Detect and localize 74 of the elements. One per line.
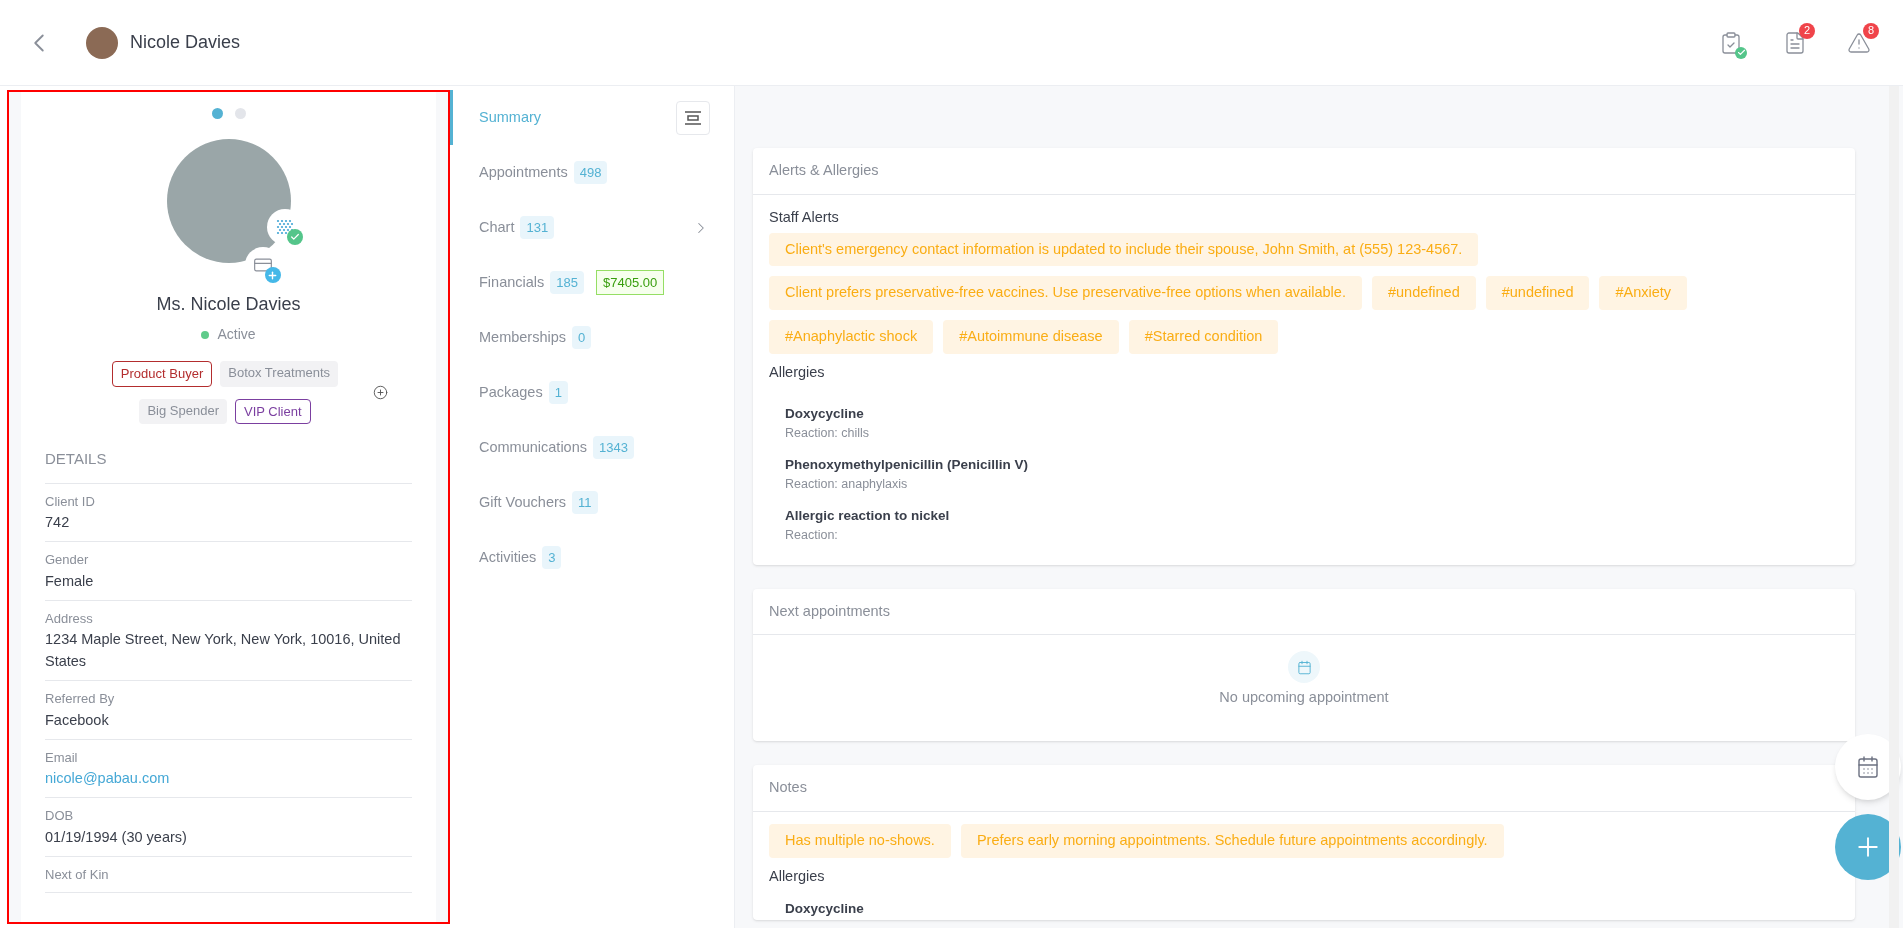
detail-value: Female (45, 571, 95, 591)
card-title: Alerts & Allergies (753, 148, 1855, 195)
notification-badge: 8 (1863, 22, 1879, 39)
allergy-name: Doxycycline (785, 900, 865, 919)
check-icon (1735, 46, 1747, 59)
alert-chip: #Autoimmune disease (943, 320, 1119, 354)
alert-chip: Client prefers preservative-free vaccines. Use preservative-free options when available. (769, 276, 1362, 310)
collapse-icon (685, 110, 701, 125)
warning-button[interactable]: 8 (1839, 22, 1879, 63)
section-title: Allergies (769, 362, 826, 382)
detail-label: Client ID (45, 492, 96, 511)
note-chip: Prefers early morning appointments. Schedule future appointments accordingly. (960, 823, 1504, 858)
nav-tab[interactable]: Gift Vouchers 11 (450, 475, 734, 530)
count-badge: 1 (548, 380, 568, 405)
alert-chip: #undefined (1371, 276, 1476, 310)
allergy-reaction: Reaction: (785, 526, 839, 544)
nav-tab[interactable]: Activities 3 (450, 530, 734, 585)
count-badge: 1343 (593, 435, 634, 460)
amount-badge: $7405.00 (596, 269, 665, 296)
card-title: Next appointments (753, 588, 1855, 636)
nav-tab[interactable]: Appointments 498 (450, 145, 734, 200)
nav-tab[interactable]: Packages 1 (450, 365, 734, 420)
detail-label: Next of Kin (45, 865, 110, 884)
detail-label: DOB (45, 807, 75, 825)
add-tag-button[interactable] (373, 385, 388, 400)
clipboard-icon (1719, 30, 1743, 55)
allergy-reaction: Reaction: anaphylaxis (785, 475, 909, 493)
client-tag: Big Spender (139, 398, 227, 424)
count-badge: 3 (542, 545, 562, 570)
section-title: Allergies (769, 866, 826, 886)
count-badge: 185 (550, 270, 584, 295)
empty-message: No upcoming appointment (1219, 688, 1389, 708)
client-name: Nicole Davies (130, 31, 241, 54)
nav-tab[interactable]: Financials 185 $7405.00 (450, 255, 734, 310)
email-link[interactable]: nicole@pabau.com (45, 767, 412, 789)
document-button[interactable]: 2 (1775, 22, 1815, 63)
status-label: Active (217, 325, 256, 344)
collapse-button[interactable] (676, 100, 710, 135)
detail-value: 742 (45, 513, 71, 532)
count-badge: 0 (572, 325, 592, 350)
client-tag: Product Buyer (111, 361, 213, 387)
detail-value: 1234 Maple Street, New York, New York, 10016, United States (45, 630, 402, 671)
nav-tab[interactable]: Memberships 0 (450, 310, 734, 365)
alert-chip: #Starred condition (1128, 320, 1279, 354)
calendar-icon (1856, 755, 1880, 779)
client-tag: Botox Treatments (220, 361, 339, 387)
client-tag: VIP Client (235, 398, 311, 424)
alert-chip: #Anxiety (1599, 276, 1688, 310)
detail-label: Address (45, 609, 94, 628)
detail-value: Facebook (45, 710, 110, 730)
nav-tab[interactable]: Chart 131 (450, 200, 734, 255)
detail-value: 01/19/1994 (30 years) (45, 827, 188, 847)
count-badge: 131 (520, 215, 555, 240)
notification-badge: 2 (1799, 22, 1815, 39)
section-title: Staff Alerts (769, 207, 840, 227)
plus-icon (264, 267, 281, 283)
allergy-name: Allergic reaction to nickel (785, 506, 951, 525)
count-badge: 498 (573, 160, 608, 185)
alert-chip: #Anaphylactic shock (769, 320, 934, 354)
nav-tab[interactable]: Communications 1343 (450, 420, 734, 475)
note-chip: Has multiple no-shows. (769, 823, 951, 858)
allergy-reaction: Reaction: chills (785, 424, 871, 442)
section-title: DETAILS (45, 448, 412, 484)
calendar-icon (1288, 651, 1320, 684)
profile-name: Ms. Nicole Davies (156, 293, 301, 316)
detail-label: Referred By (45, 690, 116, 708)
detail-label: Gender (45, 551, 90, 569)
count-badge: 11 (572, 490, 598, 515)
allergy-name: Doxycycline (785, 404, 865, 423)
detail-label: Email (45, 748, 79, 767)
scrollbar[interactable] (1889, 86, 1899, 928)
alert-chip: #undefined (1485, 276, 1590, 310)
alert-chip: Client's emergency contact information is updated to include their spouse, John Smith, at (555) 123-4567. (769, 232, 1479, 267)
allergy-name: Phenoxymethylpenicillin (Penicillin V) (785, 455, 1030, 474)
